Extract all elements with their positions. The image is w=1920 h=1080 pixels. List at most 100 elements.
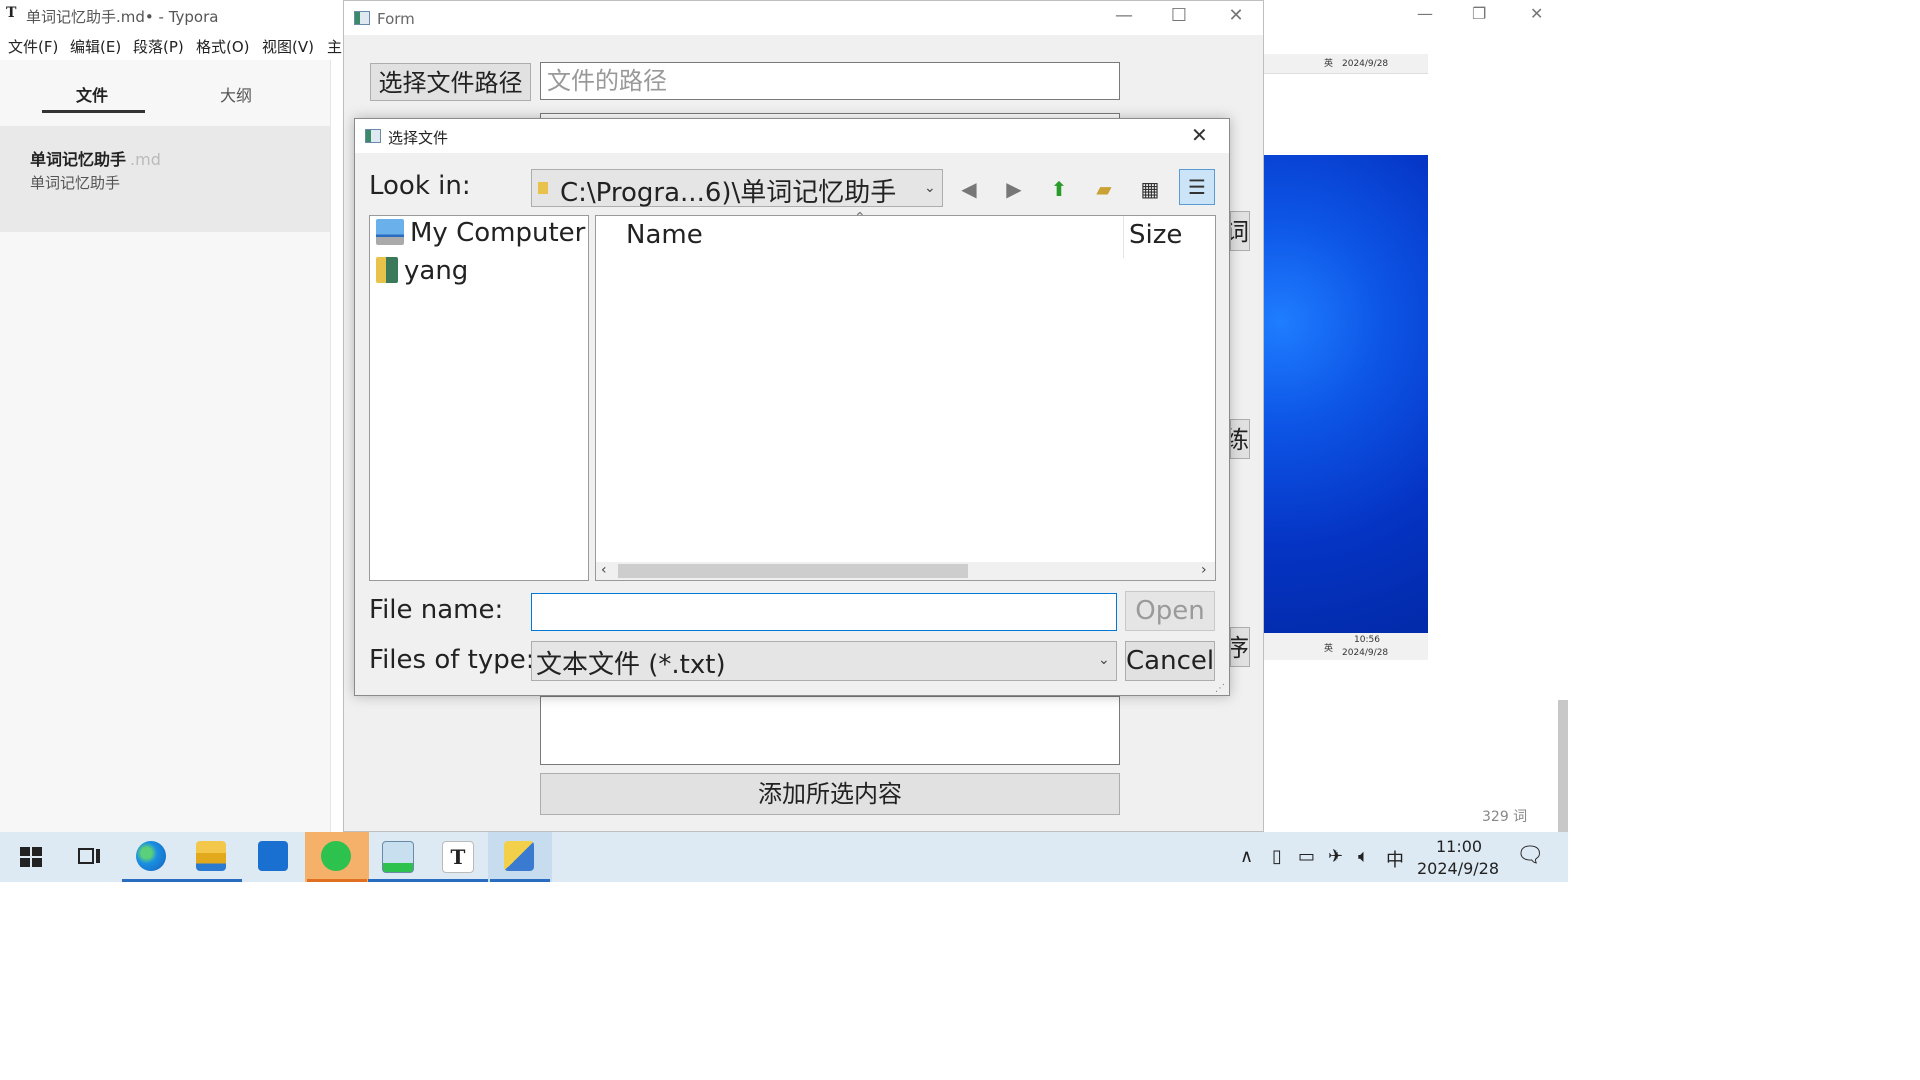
- side-button-order[interactable]: 序: [1230, 627, 1250, 667]
- chevron-left-icon[interactable]: ‹: [601, 562, 607, 578]
- list-view-icon[interactable]: ▦: [1136, 175, 1164, 203]
- side-button-practice[interactable]: 练: [1230, 419, 1250, 459]
- python-icon: [504, 841, 534, 871]
- battery-icon[interactable]: ▭: [1298, 846, 1315, 867]
- sidebar-item-yang[interactable]: yang: [376, 256, 468, 290]
- device-icon[interactable]: ▯: [1272, 846, 1282, 867]
- sidebar-item-label: My Computer: [410, 218, 586, 248]
- task-view-button[interactable]: [58, 832, 122, 882]
- menu-view[interactable]: 视图(V): [262, 36, 314, 57]
- files-of-type-dropdown[interactable]: 文本文件 (*.txt) ⌄: [531, 641, 1117, 681]
- side-button-word[interactable]: 词: [1230, 211, 1250, 251]
- look-in-dropdown[interactable]: C:\Progra...6)\单词记忆助手 ⌄: [531, 169, 943, 208]
- form-app-icon: [354, 11, 370, 25]
- folder-icon: [538, 182, 548, 194]
- scrollbar-thumb[interactable]: [618, 564, 968, 578]
- taskbar-app-edge[interactable]: [120, 832, 184, 882]
- look-in-value: C:\Progra...6)\单词记忆助手: [560, 178, 897, 208]
- preview-ime-indicator: 英: [1324, 644, 1334, 654]
- file-dialog: 选择文件 ✕ Look in: C:\Progra...6)\单词记忆助手 ⌄ …: [354, 118, 1230, 696]
- typora-icon: T: [442, 841, 474, 873]
- taskbar-app-wechat[interactable]: [305, 832, 369, 882]
- clock-time[interactable]: 11:00: [1436, 837, 1482, 856]
- typora-title-bar: T 单词记忆助手.md• - Typora: [0, 0, 345, 30]
- word-count: 329 词: [1482, 809, 1528, 825]
- menu-edit[interactable]: 编辑(E): [70, 36, 121, 57]
- clock-date[interactable]: 2024/9/28: [1417, 859, 1499, 878]
- sort-ascending-icon: ⌃: [854, 210, 866, 226]
- tab-outline[interactable]: 大纲: [220, 82, 252, 106]
- open-button[interactable]: Open: [1125, 591, 1215, 631]
- taskbar: T ∧ ▯ ▭ ✈ 🔈︎ 中 11:00 2024/9/28 🗨︎: [0, 832, 1568, 882]
- column-header-name[interactable]: Name: [626, 220, 703, 250]
- choose-path-button[interactable]: 选择文件路径: [370, 63, 531, 101]
- app-window-icon: [382, 841, 414, 873]
- resize-grip-icon[interactable]: ⋰: [1215, 683, 1225, 694]
- minimize-icon[interactable]: —: [1417, 4, 1433, 23]
- file-list: ⌃ Name Size ‹ ›: [595, 210, 1216, 581]
- active-tab-indicator: [42, 110, 145, 113]
- files-of-type-label: Files of type:: [369, 645, 535, 675]
- chevron-up-icon[interactable]: ∧: [1240, 846, 1253, 867]
- taskbar-app-explorer[interactable]: [180, 832, 244, 882]
- forward-icon[interactable]: ▶: [1000, 175, 1028, 203]
- column-divider[interactable]: [1123, 216, 1124, 258]
- content-textbox[interactable]: [540, 696, 1120, 765]
- maximize-icon[interactable]: ☐: [1159, 5, 1199, 26]
- detail-view-icon[interactable]: ☰: [1179, 169, 1215, 205]
- menu-paragraph[interactable]: 段落(P): [133, 36, 184, 57]
- desktop-preview-taskbar-bottom: 英 10:56 2024/9/28: [1264, 633, 1428, 660]
- mail-icon: [258, 841, 288, 871]
- folder-icon: [196, 841, 226, 871]
- dialog-title-bar: 选择文件 ✕: [355, 119, 1229, 153]
- cancel-button[interactable]: Cancel: [1125, 641, 1215, 681]
- taskbar-app-mail[interactable]: [242, 832, 306, 882]
- minimize-icon[interactable]: —: [1104, 5, 1144, 26]
- restore-icon[interactable]: ❐: [1472, 4, 1486, 23]
- file-name-input[interactable]: [531, 593, 1117, 631]
- task-view-icon: [78, 848, 100, 864]
- notification-icon[interactable]: 🗨︎: [1516, 843, 1544, 868]
- close-icon[interactable]: ✕: [1191, 123, 1208, 147]
- add-selected-button[interactable]: 添加所选内容: [540, 773, 1120, 815]
- back-icon[interactable]: ◀: [955, 175, 983, 203]
- typora-scrollbar[interactable]: [1558, 700, 1568, 832]
- tab-files[interactable]: 文件: [76, 82, 108, 106]
- file-item-preview: 单词记忆助手: [30, 174, 121, 192]
- sidebar-file-item[interactable]: 单词记忆助手 .md 单词记忆助手: [0, 126, 330, 232]
- desktop-preview-taskbar-top: 英 2024/9/28: [1264, 54, 1428, 74]
- parent-directory-icon[interactable]: ⬆: [1045, 175, 1073, 203]
- file-item-title: 单词记忆助手 .md: [30, 146, 161, 170]
- file-item-name: 单词记忆助手: [30, 150, 127, 169]
- ime-indicator[interactable]: 中: [1386, 846, 1404, 872]
- typora-sidebar: 文件 大纲 单词记忆助手 .md 单词记忆助手: [0, 60, 331, 832]
- taskbar-app-form[interactable]: [366, 832, 430, 882]
- menu-theme[interactable]: 主: [327, 36, 342, 57]
- column-header-size[interactable]: Size: [1129, 220, 1182, 250]
- close-icon[interactable]: ✕: [1216, 5, 1256, 26]
- chevron-down-icon: ⌄: [924, 180, 936, 196]
- file-path-input[interactable]: 文件的路径: [540, 62, 1120, 100]
- taskbar-app-typora[interactable]: T: [426, 832, 490, 882]
- typora-window-title: 单词记忆助手.md• - Typora: [26, 8, 219, 26]
- close-icon[interactable]: ✕: [1530, 4, 1543, 23]
- files-of-type-value: 文本文件 (*.txt): [536, 650, 726, 680]
- form-window-title: Form: [377, 10, 415, 28]
- menu-file[interactable]: 文件(F): [8, 36, 58, 57]
- desktop-wallpaper-preview: [1264, 155, 1428, 633]
- chevron-right-icon[interactable]: ›: [1201, 562, 1207, 578]
- menu-format[interactable]: 格式(O): [196, 36, 250, 57]
- horizontal-scrollbar[interactable]: ‹ ›: [596, 562, 1215, 580]
- start-button[interactable]: [0, 832, 64, 882]
- running-indicator: [307, 879, 367, 882]
- taskbar-app-python[interactable]: [488, 832, 552, 882]
- file-item-extension: .md: [130, 150, 161, 169]
- airplane-icon[interactable]: ✈: [1328, 846, 1343, 867]
- new-folder-icon[interactable]: ▰: [1090, 175, 1118, 203]
- volume-icon[interactable]: 🔈︎: [1358, 846, 1369, 867]
- computer-icon: [376, 219, 404, 245]
- sidebar-places: My Computer yang: [369, 215, 589, 581]
- preview-date: 2024/9/28: [1342, 59, 1389, 69]
- sidebar-item-my-computer[interactable]: My Computer: [376, 218, 585, 252]
- preview-time: 10:56: [1354, 635, 1380, 645]
